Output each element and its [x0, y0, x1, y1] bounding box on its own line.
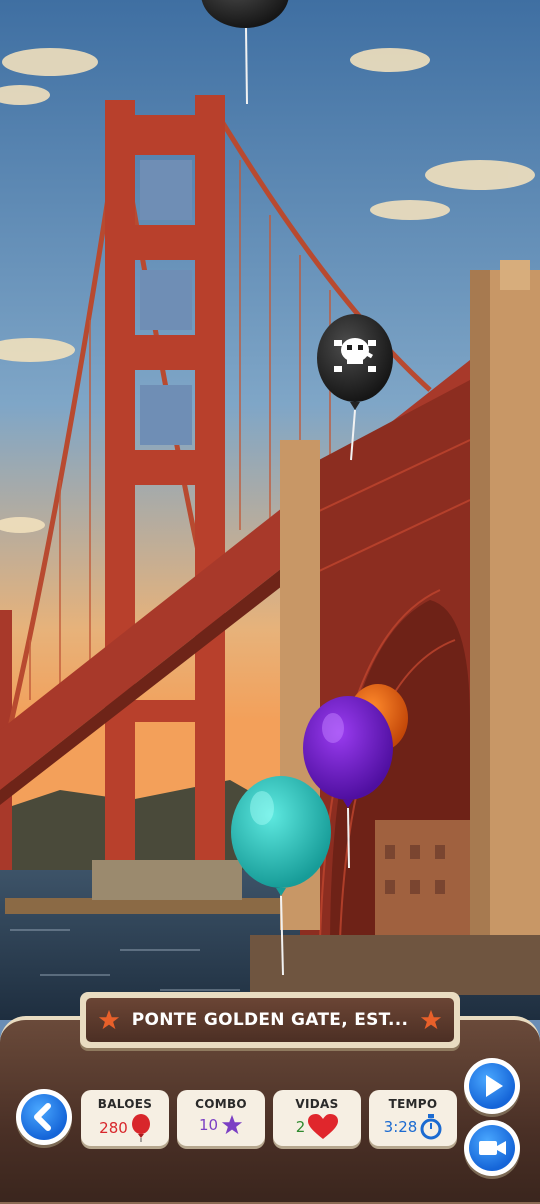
stat-balloons: BALOES 280	[81, 1090, 169, 1146]
stat-label: BALOES	[97, 1097, 153, 1111]
heart-icon	[308, 1114, 339, 1139]
star-icon	[221, 1114, 243, 1135]
location-title: PONTE GOLDEN GATE, EST...	[131, 1010, 409, 1030]
stat-label: VIDAS	[295, 1097, 339, 1111]
play-icon	[486, 1075, 503, 1097]
star-icon	[98, 1009, 120, 1030]
stat-label: COMBO	[195, 1097, 247, 1111]
play-button[interactable]	[464, 1058, 520, 1114]
star-icon	[420, 1009, 442, 1030]
time-value: 3:28	[383, 1118, 418, 1136]
balloon-icon	[131, 1114, 150, 1142]
location-banner: PONTE GOLDEN GATE, EST...	[80, 992, 460, 1048]
lives-count: 2	[295, 1118, 306, 1136]
chevron-left-icon	[34, 1103, 51, 1131]
combo-count: 10	[198, 1116, 219, 1134]
back-button[interactable]	[16, 1089, 72, 1145]
stat-combo: COMBO 10	[177, 1090, 265, 1146]
balloons-count: 280	[99, 1119, 128, 1137]
stopwatch-icon	[420, 1114, 442, 1140]
video-camera-icon	[479, 1141, 506, 1155]
stat-lives: VIDAS 2	[273, 1090, 361, 1146]
video-button[interactable]	[464, 1120, 520, 1176]
stat-label: TEMPO	[388, 1097, 438, 1111]
seawall	[5, 898, 280, 914]
stat-time: TEMPO 3:28	[369, 1090, 457, 1146]
